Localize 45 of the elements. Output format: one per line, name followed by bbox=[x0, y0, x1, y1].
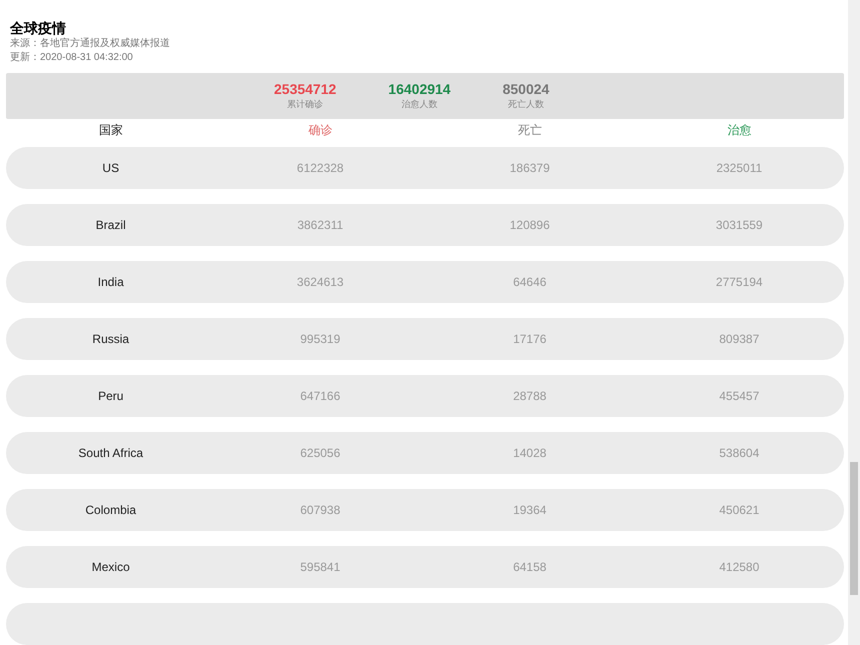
column-header: 治愈 bbox=[727, 122, 752, 140]
table-cell-text: 64158 bbox=[513, 559, 546, 576]
table-cell-text: Russia bbox=[92, 331, 130, 348]
table-cell-text: 64646 bbox=[513, 274, 546, 291]
table-cell-text: 186379 bbox=[510, 160, 550, 177]
page-title: 全球疫情 bbox=[10, 20, 67, 37]
table-cell-text: 17176 bbox=[513, 331, 546, 348]
table-cell-text: 595841 bbox=[300, 559, 340, 576]
table-cell-text: 455457 bbox=[719, 388, 760, 405]
summary-value: 25354712 bbox=[274, 81, 336, 98]
summary-value: 16402914 bbox=[388, 81, 451, 98]
table-cell-text: 538604 bbox=[719, 445, 760, 462]
summary-label: 治愈人数 bbox=[401, 98, 438, 110]
table-cell-text: 14028 bbox=[513, 445, 546, 462]
summary-label: 累计确诊 bbox=[287, 98, 324, 110]
table-cell-text: 412580 bbox=[719, 559, 760, 576]
table-cell-text: 120896 bbox=[510, 217, 550, 234]
update-time: 更新：2020-08-31 04:32:00 bbox=[10, 51, 134, 65]
table-cell-text: Brazil bbox=[96, 217, 126, 234]
table-cell-text: US bbox=[102, 160, 120, 177]
table-cell-text: Colombia bbox=[85, 502, 136, 519]
table-cell-text: 3624613 bbox=[296, 274, 344, 291]
summary-value: 850024 bbox=[502, 81, 550, 98]
table-cell-text: 995319 bbox=[300, 331, 340, 348]
table-cell-text: 2775194 bbox=[716, 274, 763, 291]
table-cell-text: 647166 bbox=[300, 388, 340, 405]
table-cell-text: 3862311 bbox=[297, 217, 344, 234]
column-header: 死亡 bbox=[518, 122, 542, 140]
table-cell-text: 28788 bbox=[513, 388, 546, 405]
table-cell-text: South Africa bbox=[78, 445, 144, 462]
table-cell-text: 2325011 bbox=[716, 160, 762, 177]
table-cell-text: 19364 bbox=[513, 502, 546, 519]
column-header: 确诊 bbox=[308, 122, 332, 140]
table-cell-text: 809387 bbox=[719, 331, 760, 348]
table-cell-text: 6122328 bbox=[296, 160, 344, 177]
summary-label: 死亡人数 bbox=[508, 98, 544, 110]
source-text: 来源：各地官方通报及权威媒体报道 bbox=[10, 37, 171, 51]
table-cell-text: 607938 bbox=[300, 502, 340, 519]
table-cell-text: 3031559 bbox=[716, 217, 763, 234]
table-cell-text: India bbox=[98, 274, 124, 291]
table-cell-text: 450621 bbox=[719, 502, 760, 519]
table-cell-text: Mexico bbox=[92, 559, 130, 576]
column-header: 国家 bbox=[98, 122, 123, 140]
table-cell-text: 625056 bbox=[300, 445, 340, 462]
table-cell-text: Peru bbox=[98, 388, 124, 405]
